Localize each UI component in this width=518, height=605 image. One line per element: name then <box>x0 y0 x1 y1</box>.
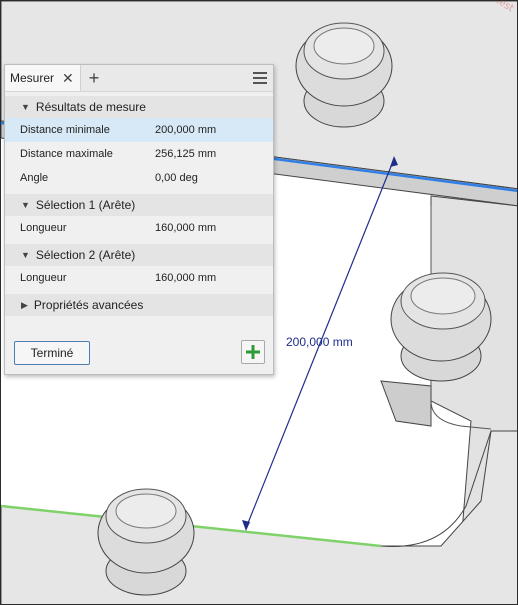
section-selection1-title: Sélection 1 (Arête) <box>35 198 136 212</box>
collapse-triangle-icon: ▼ <box>21 200 30 210</box>
measure-panel: Mesurer ✕ + ▼ Résultats de mesure Distan… <box>4 64 274 375</box>
row-value: 0,00 deg <box>155 172 198 184</box>
row-label: Angle <box>20 172 49 184</box>
row-value: 256,125 mm <box>155 148 217 160</box>
plus-icon[interactable]: + <box>89 69 100 87</box>
section-advanced-title: Propriétés avancées <box>33 298 144 312</box>
section-advanced-header[interactable]: ▶ Propriétés avancées <box>5 294 273 316</box>
row-label: Distance minimale <box>20 124 110 136</box>
green-plus-icon[interactable] <box>241 340 265 364</box>
expand-triangle-icon: ▶ <box>21 299 28 310</box>
collapse-triangle-icon: ▼ <box>21 250 30 260</box>
row-value: 160,000 mm <box>155 272 217 284</box>
section-results-header[interactable]: ▼ Résultats de mesure <box>5 96 273 118</box>
dimension-label: 200,000 mm <box>286 335 353 349</box>
row-selection2-length[interactable]: Longueur 160,000 mm <box>5 266 273 290</box>
section-results-title: Résultats de mesure <box>35 100 146 114</box>
section-selection2-header[interactable]: ▼ Sélection 2 (Arête) <box>5 244 273 266</box>
fastener-top <box>295 22 393 128</box>
row-value: 200,000 mm <box>155 124 217 136</box>
section-selection1-header[interactable]: ▼ Sélection 1 (Arête) <box>5 194 273 216</box>
row-angle[interactable]: Angle 0,00 deg <box>5 166 273 190</box>
collapse-triangle-icon: ▼ <box>21 102 30 112</box>
close-icon[interactable]: ✕ <box>62 71 74 85</box>
fastener-right <box>390 272 492 382</box>
row-label: Longueur <box>20 222 67 234</box>
tab-measure-label: Mesurer <box>10 71 55 85</box>
tab-measure[interactable]: Mesurer ✕ <box>5 65 81 91</box>
section-selection2-title: Sélection 2 (Arête) <box>35 248 136 262</box>
panel-footer: Terminé <box>5 334 273 374</box>
panel-tabbar: Mesurer ✕ + <box>5 65 273 92</box>
done-button[interactable]: Terminé <box>14 341 90 365</box>
row-label: Longueur <box>20 272 67 284</box>
row-max-distance[interactable]: Distance maximale 256,125 mm <box>5 142 273 166</box>
row-value: 160,000 mm <box>155 222 217 234</box>
row-label: Distance maximale <box>20 148 113 160</box>
fastener-bottom <box>97 488 195 596</box>
row-selection1-length[interactable]: Longueur 160,000 mm <box>5 216 273 240</box>
hamburger-menu-icon[interactable] <box>253 69 267 87</box>
row-min-distance[interactable]: Distance minimale 200,000 mm <box>5 118 273 142</box>
